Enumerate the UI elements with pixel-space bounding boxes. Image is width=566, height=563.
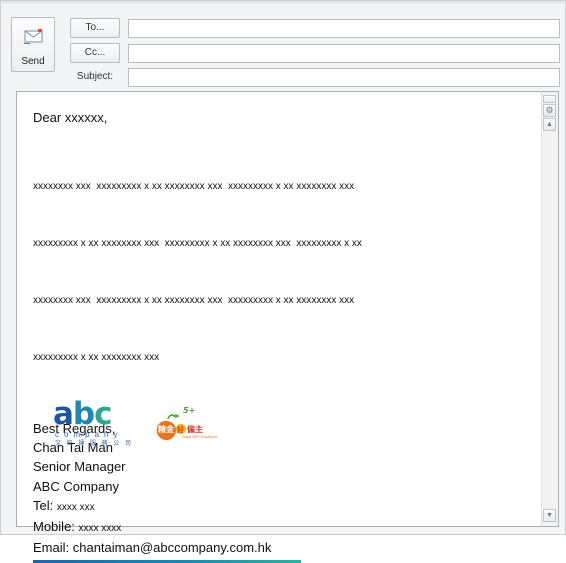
scroll-down-icon[interactable]: ▼ xyxy=(543,509,556,522)
employer-logo-main: 精金 xyxy=(158,424,175,434)
vertical-scrollbar[interactable]: ⚙ ▲ ▼ xyxy=(541,92,558,526)
email-label: Email: xyxy=(33,540,73,556)
scroll-up-icon[interactable]: ▲ xyxy=(543,118,556,131)
cc-button[interactable]: Cc... xyxy=(70,43,120,63)
paragraph-line: xxxxxxxx xxx xxxxxxxxx x xx xxxxxxxx xxx… xyxy=(33,181,355,192)
tools-icon[interactable]: ⚙ xyxy=(543,104,556,117)
abc-company-logo: abc company 文 柏 師 服 務 公 司 xyxy=(53,398,133,454)
employer-logo-number: 5+ xyxy=(183,406,195,415)
mobile-value: xxxx xxxx xyxy=(78,523,122,535)
employer-logo-suffix: 僱主 xyxy=(187,424,203,434)
abc-logo-chinese: 文 柏 師 服 務 公 司 xyxy=(55,441,134,447)
body-paragraph: xxxxxxxx xxx xxxxxxxxx x xx xxxxxxxx xxx… xyxy=(33,139,533,405)
cc-field[interactable] xyxy=(128,44,560,63)
signature-title: Senior Manager xyxy=(33,459,126,475)
signature-tel: Tel: xxxx xxx xyxy=(33,496,533,517)
greeting: Dear xxxxxx, xyxy=(33,110,108,125)
paragraph-line: xxxxxxxxx x xx xxxxxxxx xxx xxxxxxxxx x … xyxy=(33,238,362,249)
employer-logo-badge: 好 xyxy=(176,425,184,434)
good-mpf-employer-logo: 精金 好 僱主 5+ Good MPF Employer xyxy=(156,406,218,441)
compose-window: Send To... Cc... Subject: Dear xxxxxx, x… xyxy=(0,0,566,563)
signature-mobile: Mobile: xxxx xxxx xyxy=(33,517,533,538)
subject-label: Subject: xyxy=(76,71,114,82)
send-button[interactable]: Send xyxy=(11,17,55,72)
paragraph-line: xxxxxxxx xxx xxxxxxxxx x xx xxxxxxxx xxx… xyxy=(33,295,355,306)
top-strip xyxy=(2,1,564,4)
message-body-editor[interactable]: Dear xxxxxx, xxxxxxxx xxx xxxxxxxxx x xx… xyxy=(16,91,559,563)
subject-field[interactable] xyxy=(128,68,560,87)
mobile-label: Mobile: xyxy=(33,519,79,535)
tel-value: xxxx xxx xyxy=(56,501,95,513)
signature-email: Email: chantaiman@abccompany.com.hk xyxy=(33,538,533,557)
paragraph-line: xxxxxxxxx x xx xxxxxxxx xxx xyxy=(33,352,160,363)
to-field[interactable] xyxy=(128,19,560,38)
email-value: chantaiman@abccompany.com.hk xyxy=(72,540,272,556)
message-content: Dear xxxxxx, xxxxxxxx xxx xxxxxxxxx x xx… xyxy=(33,110,533,563)
abc-logo-company: company xyxy=(55,430,123,439)
to-button[interactable]: To... xyxy=(70,18,120,38)
signature-company: ABC Company xyxy=(33,478,119,494)
send-envelope-icon xyxy=(24,29,43,44)
employer-logo-caption: Good MPF Employer xyxy=(182,435,218,439)
abc-logo-word: abc xyxy=(53,396,113,432)
split-handle-icon[interactable] xyxy=(543,95,556,103)
send-label: Send xyxy=(21,56,45,67)
tel-label: Tel: xyxy=(33,497,57,513)
